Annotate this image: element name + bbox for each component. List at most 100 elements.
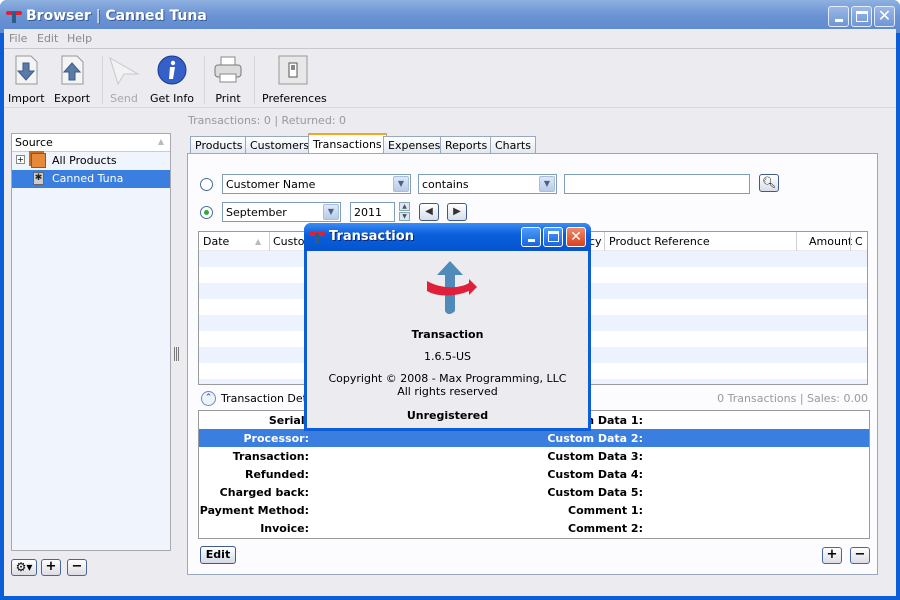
stack-icon [31,153,46,168]
sort-ascending-icon: ▲ [255,237,262,246]
year-stepper[interactable]: ▲ ▼ [399,202,410,222]
window-subtitle: Canned Tuna [105,8,207,24]
column-divider[interactable] [796,232,797,251]
arrow-right-icon: ▶ [453,206,461,217]
tab-products[interactable]: Products [190,136,248,154]
next-month-button[interactable]: ▶ [447,203,467,221]
column-divider[interactable] [850,232,851,251]
add-transaction-button[interactable]: + [822,547,842,564]
column-amount[interactable]: Amount [809,235,852,248]
import-icon [15,55,38,85]
column-product-reference[interactable]: Product Reference [609,235,710,248]
source-header-label: Source [15,136,53,149]
filter-operator-value: contains [422,178,469,191]
detail-label: Invoice: [260,522,309,535]
year-input[interactable]: 2011 [350,202,395,222]
chevron-up-icon: ⌃ [204,393,213,403]
dialog-title-bar[interactable]: Transaction ✕ [304,223,591,251]
send-button[interactable]: Send [108,54,140,106]
add-source-button[interactable]: + [41,559,61,576]
gear-doc-icon: ✱ [33,172,44,185]
print-button[interactable]: Print [212,54,244,106]
field-filter-radio[interactable] [200,178,213,191]
remove-source-button[interactable]: − [67,559,87,576]
arrow-left-icon: ◀ [425,206,433,217]
column-divider[interactable] [269,232,270,251]
menu-help[interactable]: Help [67,32,92,45]
maximize-button[interactable] [851,6,872,27]
column-date[interactable]: Date [203,235,229,248]
detail-label: Processor: [243,432,309,445]
detail-row[interactable]: Charged back: Custom Data 5: [199,483,869,501]
column-divider[interactable] [604,232,605,251]
source-item-canned-tuna[interactable]: ✱ Canned Tuna [12,170,170,188]
printer-icon [214,56,242,83]
tab-customers[interactable]: Customers [245,136,315,154]
detail-label: Comment 2: [568,522,643,535]
detail-label: Payment Method: [199,504,309,517]
detail-row[interactable]: Transaction: Custom Data 3: [199,447,869,465]
detail-row[interactable]: Refunded: Custom Data 4: [199,465,869,483]
detail-label: Transaction: [232,450,309,463]
splitter-handle[interactable] [173,347,180,361]
filter-field-value: Customer Name [226,178,316,191]
filter-operator-select[interactable]: contains ▼ [418,174,557,194]
minimize-icon [527,239,535,242]
detail-row-selected[interactable]: Processor: Custom Data 2: [199,429,869,447]
window-title: Browser [26,8,91,24]
tab-reports[interactable]: Reports [440,136,493,154]
edit-button[interactable]: Edit [200,546,236,564]
collapse-details-button[interactable]: ⌃ [201,391,216,406]
chevron-down-icon: ▼ [539,176,555,192]
remove-transaction-button[interactable]: − [850,547,870,564]
source-header[interactable]: Source ▲ [12,134,170,152]
plus-icon: + [826,547,838,562]
stepper-up-icon[interactable]: ▲ [399,202,410,211]
filter-field-select[interactable]: Customer Name ▼ [222,174,411,194]
preferences-button[interactable]: Preferences [262,54,327,106]
source-actions-button[interactable]: ⚙▾ [11,559,37,576]
chevron-down-icon: ▼ [393,176,409,192]
column-c[interactable]: C [855,235,863,248]
details-summary: 0 Transactions | Sales: 0.00 [717,392,868,405]
dialog-close-button[interactable]: ✕ [566,227,586,247]
close-icon: ✕ [877,6,892,25]
source-item-all-products[interactable]: + All Products [12,152,170,170]
previous-month-button[interactable]: ◀ [419,203,439,221]
plus-icon: + [45,559,57,574]
transactions-stats: Transactions: 0 | Returned: 0 [188,114,347,127]
menu-edit[interactable]: Edit [37,32,58,45]
filter-query-input[interactable] [564,174,750,194]
tab-transactions[interactable]: Transactions [308,133,387,155]
menu-file[interactable]: File [9,32,27,45]
preferences-label: Preferences [262,92,327,105]
source-item-label: Canned Tuna [52,172,124,185]
stepper-down-icon[interactable]: ▼ [399,212,410,221]
dialog-minimize-button[interactable] [521,227,541,247]
dialog-body: Transaction 1.6.5-US Copyright © 2008 - … [307,251,588,428]
dialog-version: 1.6.5-US [424,350,471,363]
switch-icon [278,55,308,85]
expand-icon[interactable]: + [16,155,25,164]
search-button[interactable]: 🔍︎ [759,174,779,192]
about-dialog: Transaction ✕ Transaction 1.6.5-US Copyr… [304,223,591,431]
export-button[interactable]: Export [54,54,90,106]
detail-label: Charged back: [219,486,309,499]
gear-icon: ⚙▾ [15,560,33,574]
close-button[interactable]: ✕ [874,6,895,27]
detail-row[interactable]: Payment Method: Comment 1: [199,501,869,519]
tab-expenses[interactable]: Expenses [383,136,446,154]
get-info-button[interactable]: Get Info [150,54,194,106]
dialog-maximize-button[interactable] [543,227,563,247]
tab-charts[interactable]: Charts [490,136,536,154]
dialog-registration-status: Unregistered [406,409,489,422]
dialog-app-name: Transaction [411,328,484,341]
detail-row[interactable]: Invoice: Comment 2: [199,519,869,537]
month-select[interactable]: September ▼ [222,202,341,222]
minimize-button[interactable] [828,6,849,27]
import-button[interactable]: Import [8,54,45,106]
search-icon: 🔍︎ [762,176,776,189]
month-value: September [226,206,287,219]
export-label: Export [54,92,91,105]
date-filter-radio[interactable] [200,206,213,219]
